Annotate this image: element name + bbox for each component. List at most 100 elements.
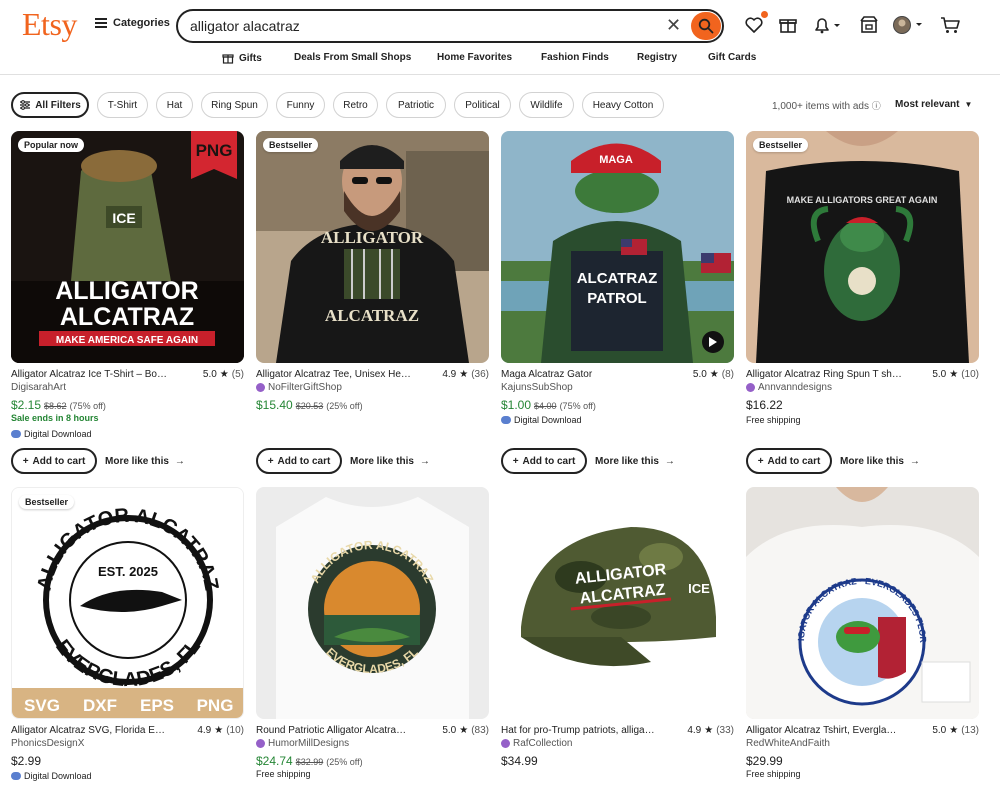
add-to-cart-button[interactable]: + Add to cart: [501, 448, 587, 474]
all-filters-label: All Filters: [35, 99, 81, 111]
shop-name[interactable]: RedWhiteAndFaith: [746, 738, 830, 749]
shop-name[interactable]: NoFilterGiftShop: [256, 382, 342, 393]
filter-chip-patriotic[interactable]: Patriotic: [386, 92, 446, 118]
listing-card[interactable]: ALLIGATOR ALCATRAZ EVERGLADES, FL Round …: [256, 487, 489, 790]
shop-name[interactable]: PhonicsDesignX: [11, 738, 84, 749]
filter-chip-ring-spun[interactable]: Ring Spun: [201, 92, 268, 118]
listing-card[interactable]: ALLIGATOR ALCATRAZ Bestseller Alligator …: [256, 131, 489, 476]
shop-name[interactable]: HumorMillDesigns: [256, 738, 349, 749]
listing-image[interactable]: MAGA ALCATRAZ PATROL: [501, 131, 734, 363]
shop-name[interactable]: RafCollection: [501, 738, 572, 749]
listing-title[interactable]: Alligator Alcatraz Tshirt, Evergla…: [746, 725, 926, 736]
notification-dot: [761, 11, 768, 18]
listing-badge: Bestseller: [263, 138, 319, 152]
star-icon: ★: [949, 369, 959, 380]
rating-value: 5.0: [442, 725, 457, 736]
nav-label: Fashion Finds: [541, 52, 609, 63]
listing-image[interactable]: ALLIGATOR ALCATRAZ ICE: [501, 487, 734, 719]
more-like-this-link[interactable]: More like this →: [595, 456, 675, 467]
digital-download-tag: Digital Download: [11, 771, 92, 781]
filter-chip-funny[interactable]: Funny: [276, 92, 325, 118]
digital-download-tag: Digital Download: [11, 429, 92, 439]
search-bar: ✕: [176, 9, 724, 43]
all-filters-button[interactable]: All Filters: [11, 92, 89, 118]
filter-chip-heavy-cotton[interactable]: Heavy Cotton: [582, 92, 664, 118]
free-shipping-note: Free shipping: [746, 415, 801, 425]
shop-label: HumorMillDesigns: [268, 738, 350, 749]
clear-search-icon[interactable]: ✕: [666, 15, 681, 36]
shop-name[interactable]: Annvanndesigns: [746, 382, 832, 393]
listing-artwork: ALLIGATOR ALCATRAZ EVERGLADES, FL EST. 2…: [12, 488, 243, 718]
listing-card[interactable]: ALLIGATOR ALCATRAZ EVERGLADES, FL EST. 2…: [11, 487, 244, 790]
play-video-button[interactable]: [702, 331, 724, 353]
listing-rating: 5.0 ★ (5): [203, 369, 244, 380]
listing-card[interactable]: ALLIGATOR ALCATRAZ · EVERGLADES FLORIDA …: [746, 487, 979, 790]
listing-title[interactable]: Alligator Alcatraz Tee, Unisex He…: [256, 369, 436, 380]
star-seller-icon: [256, 383, 265, 392]
listing-rating: 5.0 ★ (8): [693, 369, 734, 380]
arrow-right-icon: →: [419, 456, 430, 467]
info-icon[interactable]: ⓘ: [872, 101, 881, 111]
etsy-logo[interactable]: Etsy: [22, 6, 77, 43]
listing-image[interactable]: PNG ICE ALLIGATOR ALCATRAZ MAKE AMERICA …: [11, 131, 244, 363]
listing-card[interactable]: PNG ICE ALLIGATOR ALCATRAZ MAKE AMERICA …: [11, 131, 244, 476]
star-icon: ★: [459, 369, 469, 380]
rating-value: 4.9: [442, 369, 457, 380]
sort-dropdown[interactable]: Most relevant ▼: [895, 99, 972, 110]
arrow-right-icon: →: [174, 456, 185, 467]
arrow-right-icon: →: [664, 456, 675, 467]
listing-title[interactable]: Hat for pro-Trump patriots, alliga…: [501, 725, 681, 736]
listing-card[interactable]: ALLIGATOR ALCATRAZ ICE Hat for pro-Trump…: [501, 487, 734, 790]
filter-chip-tshirt[interactable]: T-Shirt: [97, 92, 148, 118]
listing-image[interactable]: ALLIGATOR ALCATRAZ EVERGLADES, FL: [256, 487, 489, 719]
sale-price: $24.74: [256, 754, 293, 768]
cart-icon[interactable]: [939, 14, 961, 36]
listing-title[interactable]: Round Patriotic Alligator Alcatra…: [256, 725, 436, 736]
listing-card[interactable]: MAGA ALCATRAZ PATROL Maga Alcatraz Gator…: [501, 131, 734, 476]
shop-label: RafCollection: [513, 738, 573, 749]
listing-card[interactable]: MAKE ALLIGATORS GREAT AGAIN Bestseller A…: [746, 131, 979, 476]
star-icon: ★: [459, 725, 469, 736]
nav-item-deals[interactable]: Deals From Small Shops: [294, 52, 411, 63]
listing-image[interactable]: MAKE ALLIGATORS GREAT AGAIN Bestseller: [746, 131, 979, 363]
discount-percent: (25% off): [326, 757, 363, 767]
shop-manager-icon[interactable]: [858, 14, 880, 36]
rating-value: 5.0: [692, 369, 707, 380]
listing-title[interactable]: Maga Alcatraz Gator: [501, 369, 681, 380]
add-to-cart-button[interactable]: + Add to cart: [11, 448, 97, 474]
filter-chip-hat[interactable]: Hat: [156, 92, 193, 118]
nav-item-fashion-finds[interactable]: Fashion Finds: [541, 52, 609, 63]
nav-item-home-favorites[interactable]: Home Favorites: [437, 52, 512, 63]
search-button[interactable]: [691, 12, 721, 40]
notifications-bell-icon[interactable]: [812, 14, 842, 36]
gift-mode-icon[interactable]: [777, 14, 799, 36]
add-to-cart-button[interactable]: + Add to cart: [746, 448, 832, 474]
nav-item-gifts[interactable]: Gifts: [222, 52, 262, 64]
more-like-this-link[interactable]: More like this →: [105, 456, 185, 467]
filter-chip-wildlife[interactable]: Wildlife: [519, 92, 574, 118]
categories-button[interactable]: Categories: [95, 17, 170, 29]
discount-percent: (75% off): [69, 401, 106, 411]
listing-image[interactable]: ALLIGATOR ALCATRAZ Bestseller: [256, 131, 489, 363]
nav-item-registry[interactable]: Registry: [637, 52, 677, 63]
add-to-cart-button[interactable]: + Add to cart: [256, 448, 342, 474]
tag-label: Digital Download: [514, 415, 582, 425]
account-avatar[interactable]: [892, 14, 926, 36]
listing-title[interactable]: Alligator Alcatraz SVG, Florida E…: [11, 725, 191, 736]
listing-title[interactable]: Alligator Alcatraz Ice T-Shirt – Bo…: [11, 369, 191, 380]
art-format-png: PNG: [197, 696, 234, 715]
filter-chip-retro[interactable]: Retro: [333, 92, 378, 118]
more-like-this-link[interactable]: More like this →: [350, 456, 430, 467]
shop-name[interactable]: KajunsSubShop: [501, 382, 573, 393]
original-price: $32.99: [295, 757, 324, 767]
listing-artwork: ALLIGATOR ALCATRAZ · EVERGLADES FLORIDA: [746, 487, 979, 719]
filter-chip-political[interactable]: Political: [454, 92, 511, 118]
free-shipping-note: Free shipping: [256, 769, 311, 779]
nav-item-gift-cards[interactable]: Gift Cards: [708, 52, 756, 63]
shop-name[interactable]: DigisarahArt: [11, 382, 66, 393]
search-input[interactable]: [190, 17, 650, 35]
listing-title[interactable]: Alligator Alcatraz Ring Spun T sh…: [746, 369, 926, 380]
listing-image[interactable]: ALLIGATOR ALCATRAZ · EVERGLADES FLORIDA: [746, 487, 979, 719]
more-like-this-link[interactable]: More like this →: [840, 456, 920, 467]
listing-image[interactable]: ALLIGATOR ALCATRAZ EVERGLADES, FL EST. 2…: [11, 487, 244, 719]
